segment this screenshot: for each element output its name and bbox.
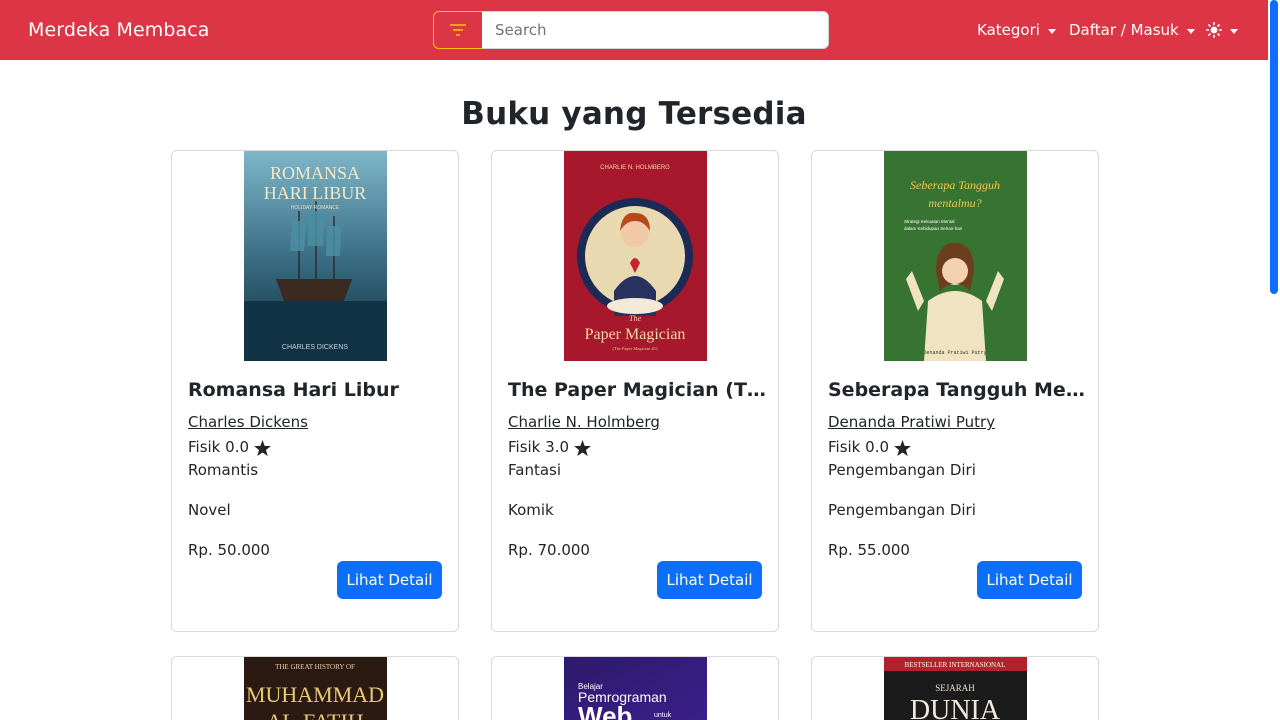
book-title[interactable]: Seberapa Tangguh Mental...	[828, 379, 1086, 401]
cover-title-line1: MUHAMMAD	[246, 682, 384, 707]
star-icon	[894, 440, 911, 456]
book-price: Rp. 70.000	[508, 541, 590, 559]
book-cover[interactable]: ROMANSA HARI LIBUR HOLIDAY ROMANCE CHARL…	[244, 151, 387, 361]
filter-button[interactable]	[433, 11, 483, 49]
cover-series: (The Paper Magician #1)	[612, 346, 658, 351]
cover-author: Denanda Pratiwi Putry	[923, 350, 986, 356]
login-label: Daftar / Masuk	[1069, 21, 1179, 39]
brand-link[interactable]: Merdeka Membaca	[28, 19, 210, 41]
author-link[interactable]: Denanda Pratiwi Putry	[828, 413, 995, 431]
book-cover[interactable]: Belajar Pemrograman Web untuk	[564, 657, 707, 720]
book-type: Pengembangan Diri	[828, 501, 976, 519]
page-scrollbar[interactable]	[1268, 0, 1280, 720]
cover-small-title: The	[629, 314, 641, 323]
author-link[interactable]: Charles Dickens	[188, 413, 308, 431]
book-card: CHARLIE N. HOLMBERG The Paper Magician (…	[491, 150, 779, 632]
filter-icon	[450, 24, 466, 36]
book-card: THE GREAT HISTORY OF MUHAMMAD AL-FATIH	[171, 656, 459, 720]
detail-button[interactable]: Lihat Detail	[337, 561, 442, 599]
cover-small-title: SEJARAH	[935, 683, 975, 693]
book-genre: Pengembangan Diri	[828, 461, 976, 479]
cover-title-line2: mentalmu?	[928, 196, 981, 210]
book-card: Seberapa Tangguh mentalmu? Strategi Keku…	[811, 150, 1099, 632]
book-price: Rp. 55.000	[828, 541, 910, 559]
cover-title-line2: HARI LIBUR	[264, 183, 367, 203]
kategori-dropdown[interactable]: Kategori	[977, 21, 1056, 39]
cover-top-text: THE GREAT HISTORY OF	[275, 663, 355, 671]
cover-title-line2: AL-FATIH	[266, 709, 363, 720]
book-price: Rp. 50.000	[188, 541, 270, 559]
rating-value: 0.0	[865, 437, 890, 456]
format-label: Fisik	[508, 437, 541, 456]
book-card: ROMANSA HARI LIBUR HOLIDAY ROMANCE CHARL…	[171, 150, 459, 632]
format-label: Fisik	[188, 437, 221, 456]
chevron-down-icon	[1186, 28, 1195, 34]
cover-title: Paper Magician	[585, 326, 686, 343]
page-title: Buku yang Tersedia	[461, 96, 807, 132]
book-genre: Fantasi	[508, 461, 562, 479]
chevron-down-icon	[1230, 28, 1238, 34]
search-input[interactable]	[482, 11, 829, 49]
book-cover[interactable]: BESTSELLER INTERNASIONAL SEJARAH DUNIA	[884, 657, 1027, 720]
theme-toggle[interactable]	[1206, 22, 1238, 38]
star-icon	[254, 440, 271, 456]
scrollbar-thumb[interactable]	[1270, 0, 1278, 294]
book-genre: Romantis	[188, 461, 259, 479]
cover-subtitle-1: Strategi Kekuatan Mental	[904, 219, 955, 224]
book-rating: Fisik 3.0	[508, 437, 591, 456]
rating-value: 0.0	[225, 437, 250, 456]
cover-subtitle: HOLIDAY ROMANCE	[291, 205, 340, 211]
book-cover[interactable]: Seberapa Tangguh mentalmu? Strategi Keku…	[884, 151, 1027, 361]
cover-tag: untuk	[654, 712, 672, 719]
star-icon	[574, 440, 591, 456]
chevron-down-icon	[1047, 28, 1056, 34]
detail-button[interactable]: Lihat Detail	[657, 561, 762, 599]
book-title[interactable]: The Paper Magician (The ...	[508, 379, 766, 401]
detail-button[interactable]: Lihat Detail	[977, 561, 1082, 599]
book-card: BESTSELLER INTERNASIONAL SEJARAH DUNIA	[811, 656, 1099, 720]
sun-icon	[1206, 22, 1222, 38]
top-navbar: Merdeka Membaca Kategori Daftar / Masuk	[0, 0, 1268, 60]
book-type: Komik	[508, 501, 554, 519]
cover-author: CHARLIE N. HOLMBERG	[600, 165, 670, 171]
cover-title-line2: Web	[578, 701, 632, 720]
book-cover[interactable]: CHARLIE N. HOLMBERG The Paper Magician (…	[564, 151, 707, 361]
book-cover[interactable]: THE GREAT HISTORY OF MUHAMMAD AL-FATIH	[244, 657, 387, 720]
book-title[interactable]: Romansa Hari Libur	[188, 379, 446, 401]
kategori-label: Kategori	[977, 21, 1040, 39]
author-link[interactable]: Charlie N. Holmberg	[508, 413, 660, 431]
login-dropdown[interactable]: Daftar / Masuk	[1069, 21, 1195, 39]
cover-subtitle-2: dalam Kehidupan Sehari-hari	[904, 226, 962, 231]
cover-banner: BESTSELLER INTERNASIONAL	[905, 661, 1006, 669]
book-rating: Fisik 0.0	[188, 437, 271, 456]
cover-title-line1: ROMANSA	[270, 163, 360, 183]
rating-value: 3.0	[545, 437, 570, 456]
book-type: Novel	[188, 501, 231, 519]
cover-title: DUNIA	[910, 695, 1001, 720]
book-card: Belajar Pemrograman Web untuk	[491, 656, 779, 720]
book-rating: Fisik 0.0	[828, 437, 911, 456]
format-label: Fisik	[828, 437, 861, 456]
cover-title-line1: Seberapa Tangguh	[910, 178, 1000, 192]
cover-author: CHARLES DICKENS	[282, 344, 348, 351]
